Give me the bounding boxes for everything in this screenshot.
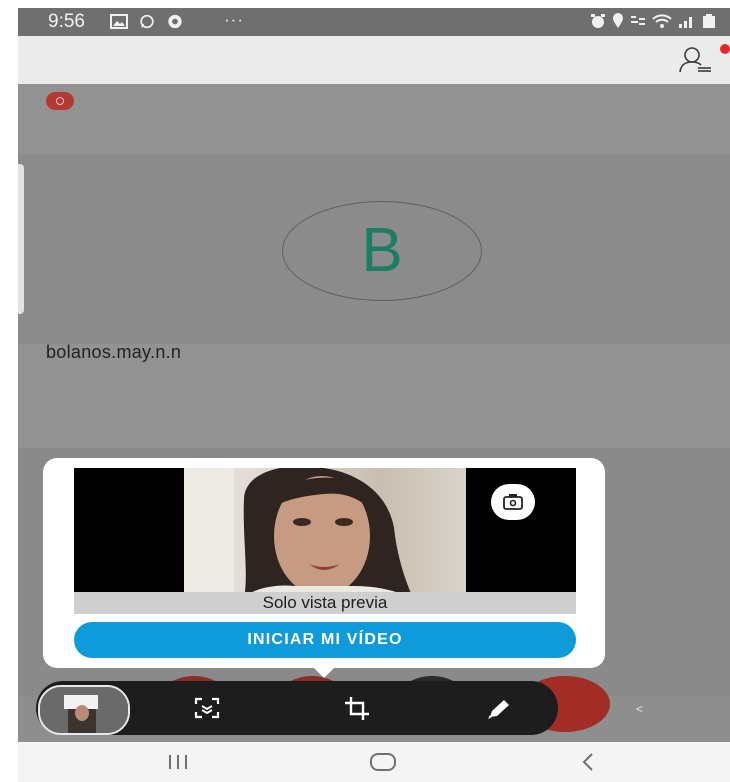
crop-button[interactable] bbox=[340, 694, 374, 722]
gallery-icon bbox=[110, 14, 128, 29]
screen-capture-button[interactable] bbox=[190, 694, 224, 722]
volte-icon bbox=[631, 16, 645, 25]
system-nav-bar bbox=[18, 742, 730, 782]
more-notifications-indicator: ··· bbox=[224, 10, 244, 29]
notification-dot bbox=[720, 44, 730, 54]
participants-icon[interactable] bbox=[678, 46, 712, 74]
back-button[interactable] bbox=[558, 742, 618, 782]
wifi-icon bbox=[652, 14, 672, 28]
home-button[interactable] bbox=[353, 742, 413, 782]
switch-camera-icon bbox=[503, 494, 523, 510]
status-bar: 9:56 ··· bbox=[18, 8, 730, 36]
battery-icon bbox=[703, 14, 715, 28]
preview-only-label: Solo vista previa bbox=[74, 592, 576, 614]
top-band bbox=[18, 84, 730, 154]
screen: 9:56 ··· B bolanos.may.n.n Solo vista pr… bbox=[18, 8, 730, 782]
alarm-icon bbox=[591, 14, 605, 28]
signal-icon bbox=[679, 17, 692, 28]
self-view-thumbnail[interactable] bbox=[38, 685, 130, 735]
recent-apps-icon bbox=[169, 755, 187, 769]
screen-capture-icon bbox=[194, 697, 220, 719]
home-icon bbox=[370, 753, 396, 771]
popup-pointer bbox=[310, 664, 338, 678]
whatsapp-icon bbox=[140, 14, 154, 29]
pen-icon bbox=[488, 700, 509, 719]
meeting-header bbox=[18, 36, 730, 84]
crop-icon bbox=[345, 697, 369, 720]
collapse-chevron[interactable]: < bbox=[636, 702, 643, 716]
draw-button[interactable] bbox=[484, 696, 514, 722]
avatar-initial: B bbox=[361, 216, 403, 285]
side-drawer-handle[interactable] bbox=[18, 164, 24, 314]
location-icon bbox=[613, 13, 623, 28]
thumbnail-image bbox=[40, 687, 128, 733]
recent-apps-button[interactable] bbox=[148, 742, 208, 782]
back-icon bbox=[582, 753, 593, 771]
record-indicator bbox=[46, 92, 74, 110]
switch-camera-button[interactable] bbox=[491, 484, 535, 520]
chrome-icon bbox=[168, 14, 182, 29]
status-time: 9:56 bbox=[48, 11, 85, 32]
participant-name: bolanos.may.n.n bbox=[46, 342, 182, 362]
start-my-video-button[interactable]: INICIAR MI VÍDEO bbox=[74, 622, 576, 658]
